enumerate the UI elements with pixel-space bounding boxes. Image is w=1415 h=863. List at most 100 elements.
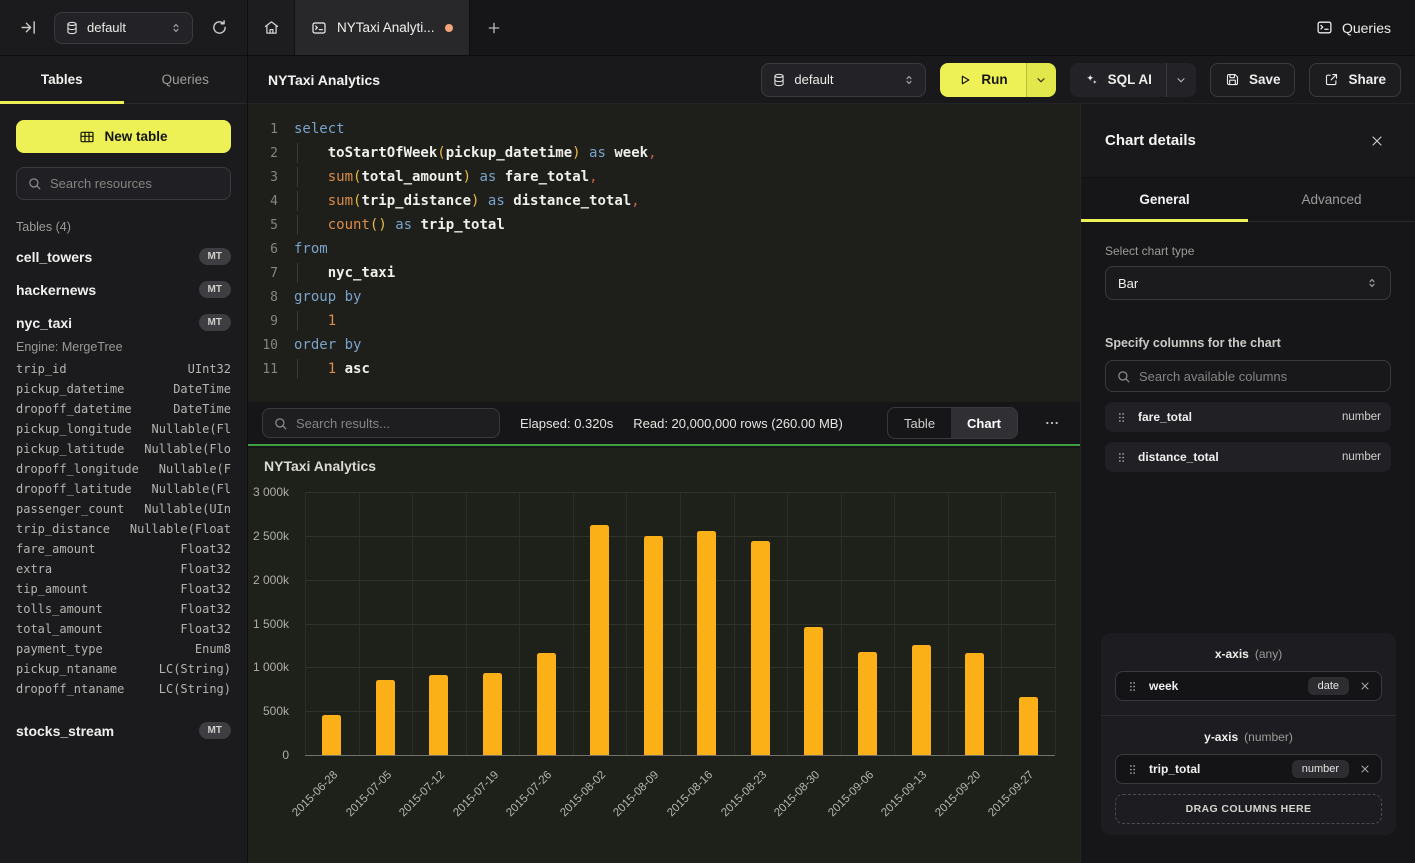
chart-bar[interactable] — [429, 675, 448, 755]
chart-type-select[interactable]: Bar — [1105, 266, 1391, 300]
sidebar-search[interactable] — [16, 167, 231, 200]
code-line[interactable]: 3 sum(total_amount) as fare_total, — [248, 165, 1080, 189]
collapse-sidebar-icon[interactable] — [14, 14, 42, 42]
x-tick-label: 2015-09-13 — [879, 769, 929, 819]
columns-search[interactable] — [1105, 360, 1391, 392]
x-tick-label: 2015-08-16 — [665, 769, 715, 819]
available-column-item[interactable]: fare_totalnumber — [1105, 402, 1391, 432]
drag-handle-icon[interactable] — [1126, 763, 1139, 776]
database-selector[interactable]: default — [54, 12, 193, 44]
view-toggle-chart[interactable]: Chart — [951, 408, 1017, 438]
more-options-icon[interactable] — [1038, 409, 1066, 437]
x-tick-label: 2015-06-28 — [290, 769, 340, 819]
column-type: Enum8 — [195, 642, 231, 662]
run-button[interactable]: Run — [940, 63, 1025, 97]
sidebar-table-row[interactable]: nyc_taxiMT — [16, 306, 231, 339]
sidebar-search-input[interactable] — [50, 176, 220, 191]
chart-bar[interactable] — [697, 531, 716, 755]
close-icon[interactable] — [1363, 127, 1391, 155]
code-text: sum(total_amount) as fare_total, — [294, 169, 598, 185]
code-line[interactable]: 5 count() as trip_total — [248, 213, 1080, 237]
table-engine-badge: MT — [199, 248, 231, 265]
chart-plot[interactable] — [305, 492, 1055, 755]
column-type: Nullable(F — [159, 462, 231, 482]
y-axis-hint: (number) — [1244, 730, 1293, 744]
column-name: fare_amount — [16, 542, 95, 562]
chart-bar[interactable] — [644, 536, 663, 755]
table-engine-badge: MT — [199, 314, 231, 331]
chart-bar[interactable] — [912, 645, 931, 755]
y-tick-label: 3 000k — [253, 485, 289, 499]
sidebar-table-row[interactable]: hackernewsMT — [16, 273, 231, 306]
view-toggle-table[interactable]: Table — [888, 408, 951, 438]
save-button[interactable]: Save — [1210, 63, 1296, 97]
chart-bar[interactable] — [858, 652, 877, 755]
column-type: Float32 — [180, 582, 231, 602]
run-database-selector[interactable]: default — [761, 63, 926, 97]
chart-bar[interactable] — [376, 680, 395, 755]
table-column-row: tip_amountFloat32 — [16, 582, 231, 602]
chart-bar[interactable] — [1019, 697, 1038, 755]
refresh-icon[interactable] — [205, 14, 233, 42]
code-line[interactable]: 7 nyc_taxi — [248, 261, 1080, 285]
chart-bar[interactable] — [537, 653, 556, 755]
sql-ai-button[interactable]: SQL AI — [1070, 63, 1166, 97]
share-button[interactable]: Share — [1309, 63, 1401, 97]
code-line[interactable]: 9 1 — [248, 309, 1080, 333]
remove-icon[interactable] — [1359, 763, 1371, 775]
save-icon — [1225, 72, 1240, 87]
available-column-item[interactable]: distance_totalnumber — [1105, 442, 1391, 472]
new-table-button[interactable]: New table — [16, 120, 231, 153]
search-icon — [273, 416, 288, 431]
elapsed-time: Elapsed: 0.320s — [520, 416, 613, 431]
gridline-vertical — [466, 492, 467, 755]
sidebar-tab-tables[interactable]: Tables — [0, 56, 124, 103]
table-column-row: payment_typeEnum8 — [16, 642, 231, 662]
column-type: Nullable(UIn — [144, 502, 231, 522]
sidebar-table-row[interactable]: stocks_streamMT — [16, 714, 231, 747]
queries-button[interactable]: Queries — [1316, 19, 1391, 36]
column-type: Nullable(Float — [130, 522, 231, 542]
code-line[interactable]: 10order by — [248, 333, 1080, 357]
code-line[interactable]: 6from — [248, 237, 1080, 261]
run-options-button[interactable] — [1026, 63, 1056, 97]
query-tab[interactable]: NYTaxi Analyti... — [294, 0, 470, 55]
chevron-updown-icon — [903, 73, 915, 87]
table-grid-icon — [79, 129, 95, 145]
chart-bar[interactable] — [590, 525, 609, 755]
tab-general[interactable]: General — [1081, 178, 1248, 221]
drag-handle-icon[interactable] — [1115, 451, 1128, 464]
chart-bar[interactable] — [965, 653, 984, 755]
columns-search-input[interactable] — [1139, 369, 1380, 384]
column-name: trip_distance — [16, 522, 110, 542]
tab-advanced[interactable]: Advanced — [1248, 178, 1415, 221]
gridline-vertical — [626, 492, 627, 755]
code-line[interactable]: 11 1 asc — [248, 357, 1080, 381]
home-tab-button[interactable] — [248, 0, 294, 55]
available-columns-list: fare_totalnumber distance_totalnumber — [1105, 402, 1391, 472]
code-line[interactable]: 1select — [248, 117, 1080, 141]
drag-handle-icon[interactable] — [1115, 411, 1128, 424]
remove-icon[interactable] — [1359, 680, 1371, 692]
drag-handle-icon[interactable] — [1126, 680, 1139, 693]
new-tab-button[interactable] — [470, 0, 518, 55]
code-line[interactable]: 4 sum(trip_distance) as distance_total, — [248, 189, 1080, 213]
sidebar-tab-queries[interactable]: Queries — [124, 56, 248, 103]
gridline-vertical — [519, 492, 520, 755]
sidebar-table-row[interactable]: cell_towersMT — [16, 240, 231, 273]
drop-zone[interactable]: DRAG COLUMNS HERE — [1115, 794, 1382, 824]
sql-editor[interactable]: 1select2 toStartOfWeek(pickup_datetime) … — [248, 104, 1080, 402]
results-search[interactable] — [262, 408, 500, 438]
y-axis-column-chip[interactable]: trip_total number — [1115, 754, 1382, 784]
x-axis-column-chip[interactable]: week date — [1115, 671, 1382, 701]
sql-ai-options-button[interactable] — [1166, 63, 1196, 97]
chart-bar[interactable] — [322, 715, 341, 755]
available-column-type: number — [1342, 411, 1381, 423]
chart-bar[interactable] — [804, 627, 823, 755]
results-search-input[interactable] — [296, 416, 489, 431]
chart-bar[interactable] — [483, 673, 502, 755]
database-selector-value: default — [87, 20, 162, 35]
code-line[interactable]: 8group by — [248, 285, 1080, 309]
code-line[interactable]: 2 toStartOfWeek(pickup_datetime) as week… — [248, 141, 1080, 165]
chart-bar[interactable] — [751, 541, 770, 755]
